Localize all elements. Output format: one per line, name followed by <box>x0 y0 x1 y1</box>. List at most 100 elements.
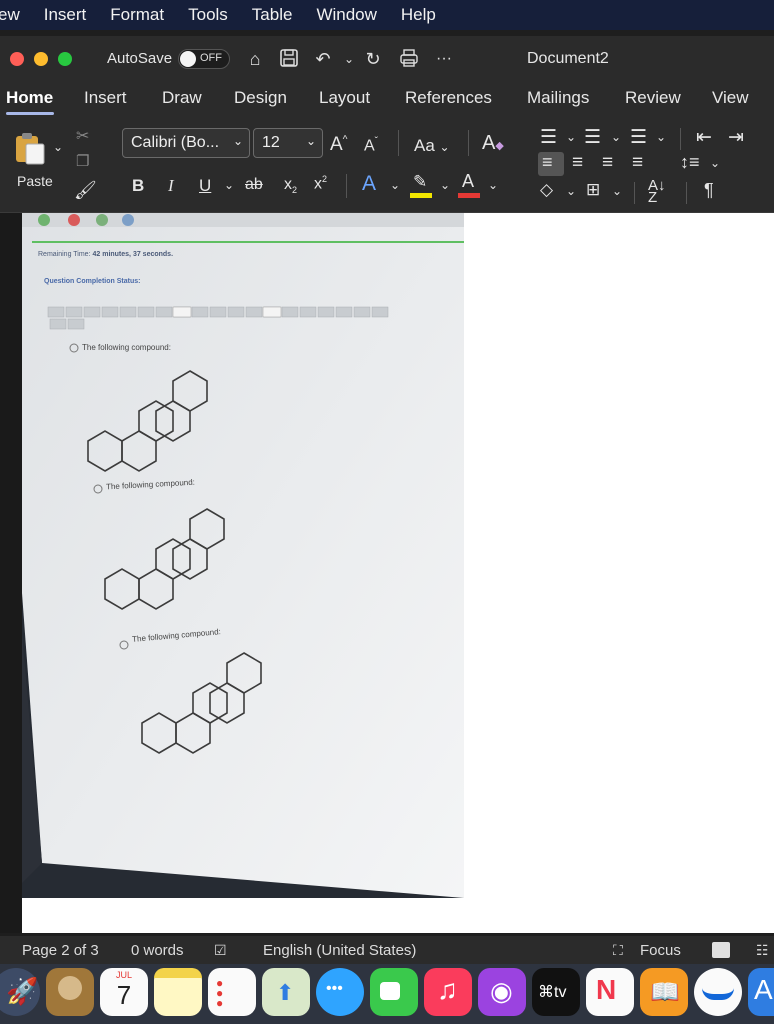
more-icon[interactable]: ··· <box>433 48 455 70</box>
shading-icon[interactable]: ◇ <box>540 180 553 200</box>
grow-font-button[interactable]: A^ <box>330 134 347 156</box>
chevron-down-icon[interactable]: ⌄ <box>390 178 400 192</box>
chevron-down-icon[interactable]: ⌄ <box>710 156 720 170</box>
decrease-indent-icon[interactable]: ⇤ <box>696 126 712 149</box>
news-icon[interactable]: N <box>586 968 634 1016</box>
menu-tools[interactable]: Tools <box>188 5 228 25</box>
focus-icon[interactable]: ⛶ <box>613 942 623 959</box>
tab-view[interactable]: View <box>712 88 749 108</box>
music-icon[interactable]: ♫ <box>424 968 472 1016</box>
borders-icon[interactable]: ⊞ <box>586 180 600 200</box>
tab-design[interactable]: Design <box>234 88 287 108</box>
web-layout-icon[interactable]: ☷ <box>756 942 769 959</box>
paste-icon[interactable] <box>12 130 48 171</box>
language-indicator[interactable]: English (United States) <box>263 942 416 959</box>
messages-icon[interactable]: ••• <box>316 968 364 1016</box>
chevron-down-icon[interactable]: ⌄ <box>611 130 621 144</box>
text-effects-button[interactable]: A <box>362 172 376 196</box>
print-layout-icon[interactable] <box>712 942 730 958</box>
zoom-window-button[interactable] <box>58 52 72 66</box>
focus-mode-label[interactable]: Focus <box>640 942 681 959</box>
align-left-button[interactable]: ≡ <box>538 152 564 176</box>
cut-icon[interactable]: ✂ <box>76 126 89 146</box>
change-case-button[interactable]: Aa ⌄ <box>414 136 450 156</box>
strikethrough-button[interactable]: ab <box>245 176 263 194</box>
chevron-down-icon[interactable]: ⌄ <box>338 48 360 70</box>
autosave-toggle[interactable]: OFF <box>178 49 230 69</box>
font-name-field[interactable]: Calibri (Bo... ⌄ <box>122 128 250 158</box>
undo-icon[interactable]: ↶ <box>312 48 334 70</box>
bullets-icon[interactable]: ☰ <box>540 126 557 149</box>
page-count[interactable]: Page 2 of 3 <box>22 942 99 959</box>
remaining-time-label: Remaining Time: 42 minutes, 37 seconds. <box>38 251 174 258</box>
menu-format[interactable]: Format <box>110 5 164 25</box>
format-painter-icon[interactable]: 🖌 <box>74 180 97 201</box>
apple-tv-icon[interactable]: ⌘tv <box>532 968 580 1016</box>
launchpad-icon[interactable]: 🚀 <box>0 968 40 1016</box>
close-window-button[interactable] <box>10 52 24 66</box>
menu-view[interactable]: ew <box>0 5 20 25</box>
copy-icon[interactable]: ❐ <box>76 152 89 170</box>
app-icon[interactable] <box>694 968 742 1016</box>
chevron-down-icon[interactable]: ⌄ <box>440 178 450 192</box>
shrink-font-button[interactable]: Aˇ <box>364 136 378 155</box>
clear-formatting-icon[interactable]: A◆ <box>482 132 504 155</box>
divider <box>468 130 469 156</box>
chevron-down-icon[interactable]: ⌄ <box>224 178 234 192</box>
title-bar: AutoSave OFF ⌂ ↶ ⌄ ↻ ··· Document2 <box>0 36 774 82</box>
chevron-down-icon[interactable]: ⌄ <box>612 184 622 198</box>
tab-references[interactable]: References <box>405 88 492 108</box>
paste-dropdown-chevron-icon[interactable]: ⌄ <box>53 140 63 154</box>
increase-indent-icon[interactable]: ⇥ <box>728 126 744 149</box>
notes-icon[interactable] <box>154 968 202 1016</box>
align-center-icon[interactable]: ≡ <box>572 152 583 174</box>
word-count[interactable]: 0 words <box>131 942 184 959</box>
tab-layout[interactable]: Layout <box>319 88 370 108</box>
paste-label[interactable]: Paste <box>17 173 53 189</box>
menu-help[interactable]: Help <box>401 5 436 25</box>
menu-window[interactable]: Window <box>316 5 376 25</box>
numbering-icon[interactable]: ☰ <box>584 126 601 149</box>
align-right-icon[interactable]: ≡ <box>602 152 613 174</box>
tab-review[interactable]: Review <box>625 88 681 108</box>
save-icon[interactable] <box>278 48 300 70</box>
contacts-icon[interactable] <box>46 968 94 1016</box>
menu-table[interactable]: Table <box>252 5 293 25</box>
font-size-field[interactable]: 12 ⌄ <box>253 128 323 158</box>
divider <box>680 128 681 150</box>
italic-button[interactable]: I <box>168 176 174 196</box>
underline-button[interactable]: U <box>199 176 211 196</box>
sort-icon[interactable]: A↓ Z <box>648 178 666 205</box>
maps-icon[interactable]: ⬆ <box>262 968 310 1016</box>
show-formatting-button[interactable]: ¶ <box>704 180 714 201</box>
books-icon[interactable]: 📖 <box>640 968 688 1016</box>
tab-home[interactable]: Home <box>6 88 53 108</box>
minimize-window-button[interactable] <box>34 52 48 66</box>
multilevel-list-icon[interactable]: ☰ <box>630 126 647 149</box>
chevron-down-icon[interactable]: ⌄ <box>656 130 666 144</box>
tab-draw[interactable]: Draw <box>162 88 202 108</box>
justify-icon[interactable]: ≡ <box>632 152 643 174</box>
line-spacing-icon[interactable]: ↕≡ <box>680 152 700 173</box>
tab-insert[interactable]: Insert <box>84 88 127 108</box>
home-icon[interactable]: ⌂ <box>244 48 266 70</box>
redo-icon[interactable]: ↻ <box>362 48 384 70</box>
chevron-down-icon[interactable]: ⌄ <box>566 184 576 198</box>
embedded-photo[interactable]: Remaining Time: 42 minutes, 37 seconds. … <box>22 213 464 898</box>
print-icon[interactable] <box>398 48 420 70</box>
podcasts-icon[interactable]: ◉ <box>478 968 526 1016</box>
chevron-down-icon[interactable]: ⌄ <box>566 130 576 144</box>
calendar-icon[interactable]: JUL 7 <box>100 968 148 1016</box>
reminders-icon[interactable]: ● ● ● <box>208 968 256 1016</box>
subscript-button[interactable]: x2 <box>284 176 297 195</box>
chevron-down-icon[interactable]: ⌄ <box>488 178 498 192</box>
highlight-color-button[interactable]: ✎ <box>410 172 434 198</box>
proofing-icon[interactable]: ☑ <box>214 942 227 959</box>
menu-insert[interactable]: Insert <box>44 5 87 25</box>
tab-mailings[interactable]: Mailings <box>527 88 589 108</box>
bold-button[interactable]: B <box>132 176 144 196</box>
facetime-icon[interactable] <box>370 968 418 1016</box>
superscript-button[interactable]: x2 <box>314 174 327 193</box>
app-store-icon[interactable]: A <box>748 968 774 1016</box>
font-color-button[interactable]: A <box>458 171 482 198</box>
